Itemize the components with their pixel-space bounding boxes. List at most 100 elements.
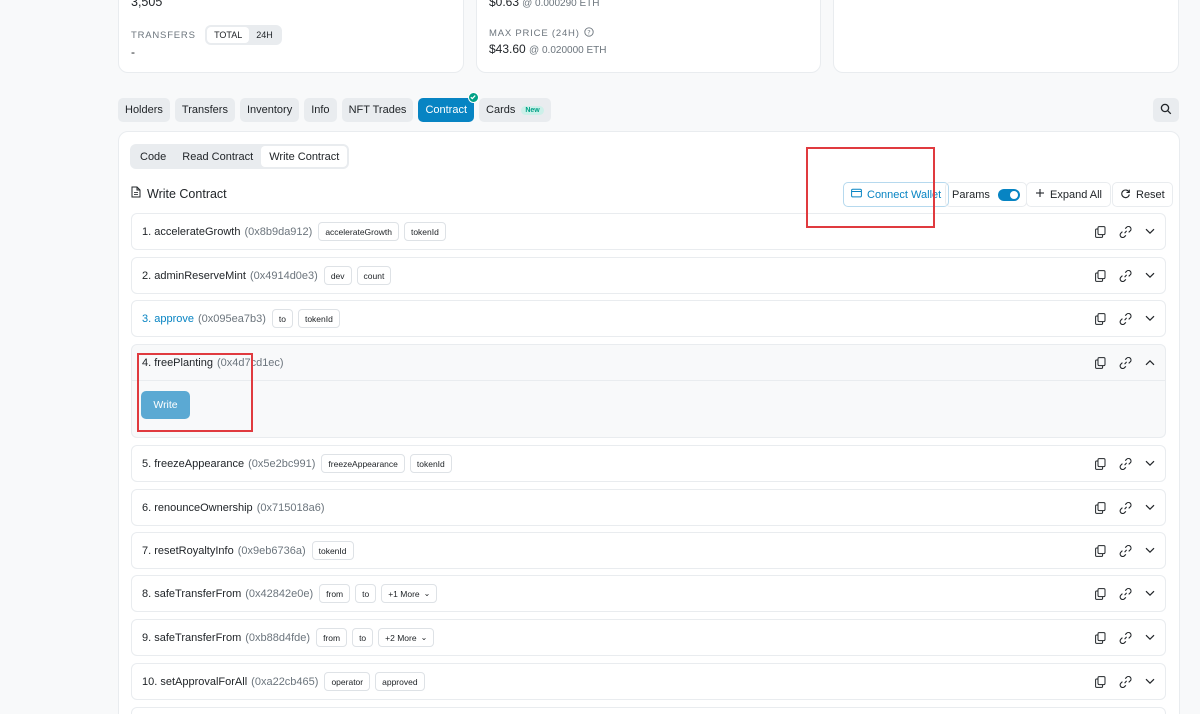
chevron-down-icon[interactable] [1145, 547, 1155, 554]
function-row[interactable]: 6. renounceOwnership (0x715018a6) [131, 489, 1166, 526]
row-actions [1095, 446, 1155, 481]
function-row-expanded[interactable]: 4. freePlanting (0x4d7cd1ec) [131, 344, 1166, 381]
tab-holders[interactable]: Holders [118, 98, 170, 122]
link-icon[interactable] [1119, 544, 1132, 557]
copy-icon[interactable] [1095, 269, 1106, 282]
row-actions [1095, 576, 1155, 611]
copy-icon[interactable] [1095, 312, 1106, 325]
function-name: 9. safeTransferFrom [142, 631, 242, 644]
copy-icon[interactable] [1095, 457, 1106, 470]
reset-button[interactable]: Reset [1112, 182, 1173, 207]
function-row[interactable]: 5. freezeAppearance (0x5e2bc991) freezeA… [131, 445, 1166, 482]
info-icon[interactable]: ? [584, 26, 594, 40]
row-actions [1095, 214, 1155, 249]
param-chips: to tokenId [271, 309, 340, 328]
param-chip: from [319, 584, 351, 603]
chevron-down-icon[interactable] [1145, 228, 1155, 235]
params-label: Params [952, 188, 990, 201]
section-header: Write Contract [131, 186, 227, 201]
link-icon[interactable] [1119, 356, 1132, 369]
range-24h[interactable]: 24H [249, 27, 280, 43]
tab-contract[interactable]: Contract [418, 92, 480, 122]
tab-label: Cards [486, 104, 516, 116]
refresh-icon [1120, 188, 1131, 202]
tab-label: Holders [125, 104, 163, 116]
max-price-value: $43.60 [489, 42, 526, 56]
function-row[interactable]: 3. approve (0x095ea7b3) to tokenId [131, 300, 1166, 337]
new-badge: New [521, 105, 544, 115]
link-icon[interactable] [1119, 501, 1132, 514]
function-row[interactable]: 2. adminReserveMint (0x4914d0e3) dev cou… [131, 257, 1166, 294]
copy-icon[interactable] [1095, 356, 1106, 369]
holders-card: 3,505 TRANSFERS TOTAL 24H - [118, 0, 464, 73]
document-icon [131, 186, 141, 201]
tab-inventory[interactable]: Inventory [239, 98, 300, 122]
chevron-down-icon[interactable] [1145, 634, 1155, 641]
tab-nft-trades[interactable]: NFT Trades [341, 98, 414, 122]
copy-icon[interactable] [1095, 675, 1106, 688]
max-price-eth: @ 0.020000 ETH [529, 45, 607, 56]
param-chip: count [356, 266, 392, 285]
tab-cards[interactable]: Cards New [479, 98, 551, 122]
function-row[interactable]: 10. setApprovalForAll (0xa22cb465) opera… [131, 663, 1166, 700]
chevron-down-icon[interactable] [1145, 504, 1155, 511]
function-row[interactable]: 1. accelerateGrowth (0x8b9da912) acceler… [131, 213, 1166, 250]
copy-icon[interactable] [1095, 225, 1106, 238]
tab-info[interactable]: Info [304, 98, 337, 122]
range-total[interactable]: TOTAL [207, 27, 250, 43]
function-selector: (0x095ea7b3) [197, 312, 266, 325]
link-icon[interactable] [1119, 225, 1132, 238]
highlight-box-write-button [137, 353, 253, 432]
transfers-value: - [131, 45, 135, 59]
param-chips: tokenId [311, 541, 354, 560]
copy-icon[interactable] [1095, 631, 1106, 644]
subtab-write-contract[interactable]: Write Contract [261, 146, 348, 167]
subtab-code[interactable]: Code [132, 146, 174, 167]
chevron-down-icon[interactable] [1145, 315, 1155, 322]
chevron-down-icon[interactable] [1145, 590, 1155, 597]
chevron-down-icon[interactable] [1145, 272, 1155, 279]
more-params-dropdown[interactable]: +2 More ⌄ [378, 628, 435, 647]
subtab-read-contract[interactable]: Read Contract [174, 146, 261, 167]
holders-value: 3,505 [131, 0, 163, 9]
tab-transfers[interactable]: Transfers [174, 98, 235, 122]
link-icon[interactable] [1119, 631, 1132, 644]
function-name: 1. accelerateGrowth [142, 225, 241, 238]
link-icon[interactable] [1119, 587, 1132, 600]
chevron-down-icon[interactable] [1145, 678, 1155, 685]
expand-all-button[interactable]: Expand All [1026, 182, 1111, 207]
function-name: 8. safeTransferFrom [142, 587, 242, 600]
chevron-down-icon[interactable] [1145, 460, 1155, 467]
function-row[interactable]: 9. safeTransferFrom (0xb88d4fde) from to… [131, 619, 1166, 656]
more-params-dropdown[interactable]: +1 More ⌄ [381, 584, 438, 603]
chevron-down-icon: ⌄ [423, 589, 431, 598]
copy-icon[interactable] [1095, 587, 1106, 600]
link-icon[interactable] [1119, 457, 1132, 470]
link-icon[interactable] [1119, 675, 1132, 688]
transfers-range-toggle[interactable]: TOTAL 24H [205, 25, 282, 45]
function-selector: (0x9eb6736a) [237, 544, 306, 557]
copy-icon[interactable] [1095, 501, 1106, 514]
copy-icon[interactable] [1095, 544, 1106, 557]
params-toggle-group[interactable]: Params [945, 182, 1027, 207]
chevron-down-icon: ⌄ [420, 633, 428, 642]
function-row-partial[interactable] [131, 707, 1166, 714]
function-row[interactable]: 8. safeTransferFrom (0x42842e0e) from to… [131, 575, 1166, 612]
param-chip: dev [323, 266, 352, 285]
main-tabs: Holders Transfers Inventory Info NFT Tra… [118, 92, 551, 122]
min-price-eth: @ 0.000290 ETH [522, 0, 600, 9]
chevron-up-icon[interactable] [1145, 359, 1155, 366]
tab-label: Transfers [181, 104, 228, 116]
link-icon[interactable] [1119, 312, 1132, 325]
row-actions [1095, 490, 1155, 525]
function-row[interactable]: 7. resetRoyaltyInfo (0x9eb6736a) tokenId [131, 532, 1166, 569]
row-actions [1095, 258, 1155, 293]
transfers-label: TRANSFERS [131, 30, 196, 42]
link-icon[interactable] [1119, 269, 1132, 282]
tab-label: Inventory [246, 104, 293, 116]
verified-check-icon [468, 92, 480, 103]
params-toggle[interactable] [997, 188, 1020, 201]
param-chip: tokenId [403, 222, 446, 241]
more-params-label: +1 More [388, 588, 420, 599]
search-button[interactable] [1153, 98, 1179, 122]
